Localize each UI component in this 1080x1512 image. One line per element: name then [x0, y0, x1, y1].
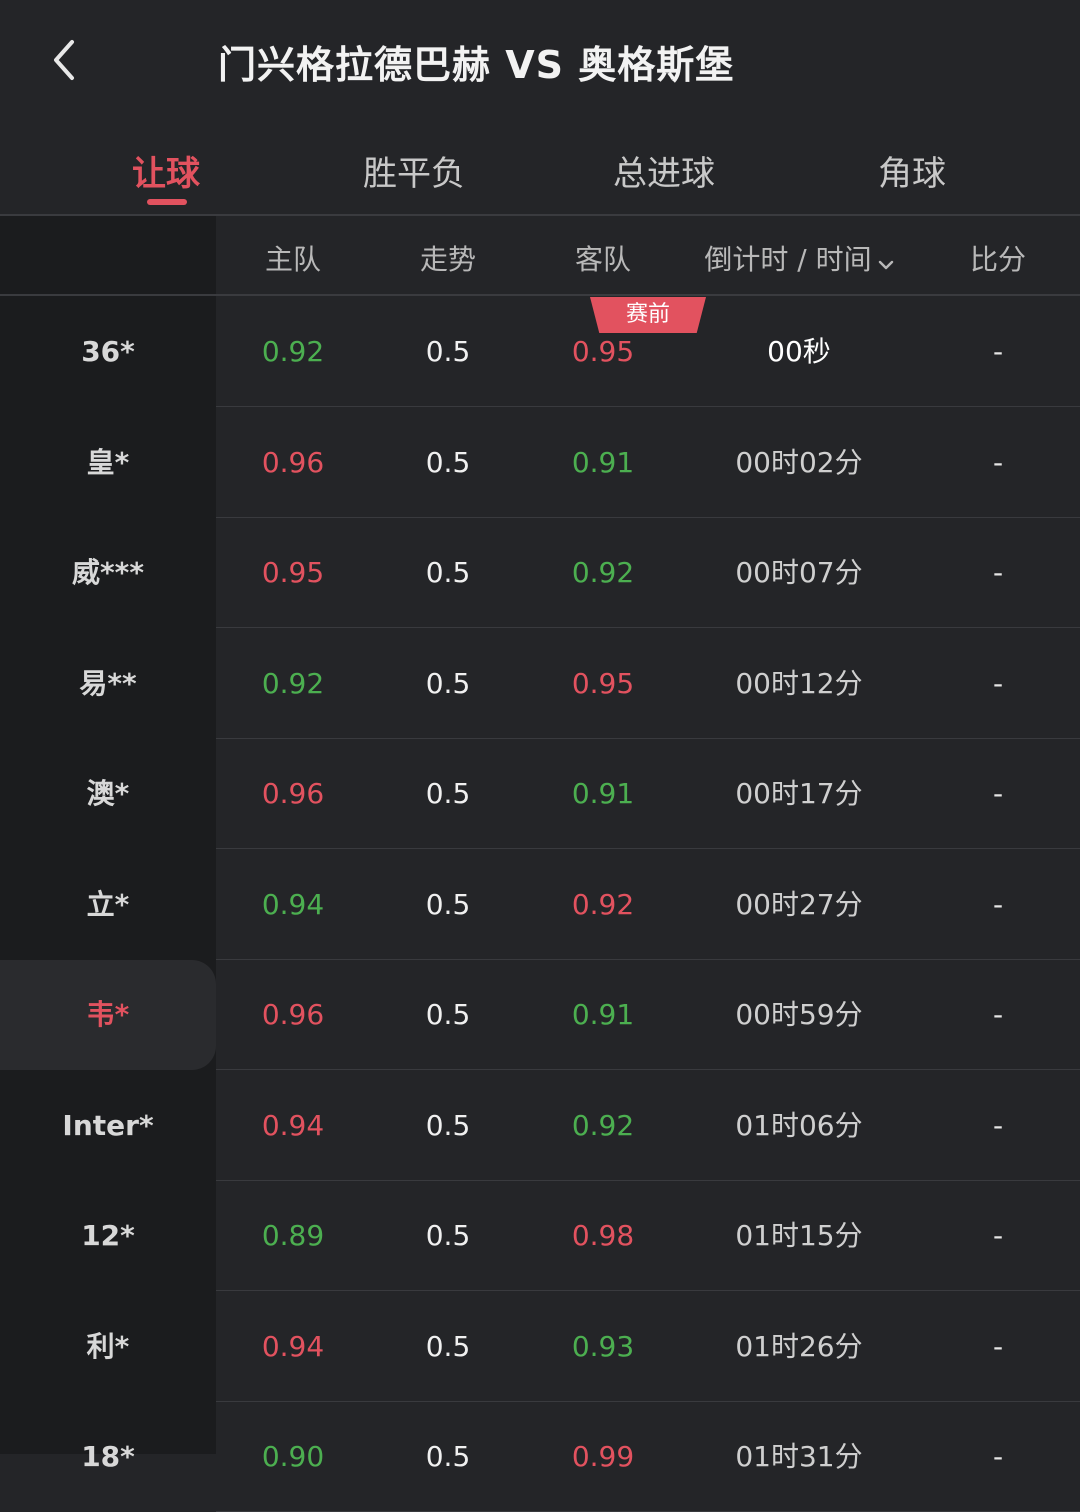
- tab-total-goals[interactable]: 总进球: [564, 146, 764, 195]
- countdown-time: 00秒: [767, 335, 831, 368]
- bookmaker-name: 易**: [79, 666, 137, 700]
- handicap-line: 0.5: [425, 777, 471, 810]
- table-row[interactable]: 18* 0.90 0.5 0.99 01时31分 -: [0, 1402, 1080, 1512]
- handicap-line: 0.5: [425, 1440, 471, 1473]
- tab-active-indicator: [147, 199, 187, 205]
- table-row[interactable]: 韦* 0.96 0.5 0.91 00时59分 -: [0, 960, 1080, 1070]
- countdown-time: 01时15分: [735, 1219, 863, 1252]
- home-odds: 0.96: [261, 998, 325, 1031]
- away-odds: 0.92: [571, 1108, 635, 1142]
- score-value: -: [992, 335, 1004, 368]
- col-trend-label: 走势: [419, 243, 476, 276]
- col-time-label: 倒计时 / 时间: [704, 243, 872, 276]
- score-value: -: [992, 445, 1004, 479]
- table-row[interactable]: 12* 0.89 0.5 0.98 01时15分 -: [0, 1181, 1080, 1291]
- away-odds: 0.91: [571, 777, 635, 810]
- bookmaker-name: 36*: [81, 335, 135, 368]
- score-value: -: [992, 556, 1004, 589]
- handicap-line: 0.5: [425, 1108, 471, 1142]
- handicap-line: 0.5: [425, 335, 471, 368]
- away-odds: 0.95: [571, 666, 635, 700]
- bookmaker-name: 澳*: [86, 777, 130, 810]
- table-row[interactable]: 澳* 0.96 0.5 0.91 00时17分 -: [0, 739, 1080, 849]
- home-odds: 0.90: [261, 1440, 325, 1473]
- table-row[interactable]: 36* 0.92 0.5 0.95 00秒 -: [0, 297, 1080, 407]
- table-row[interactable]: 皇* 0.96 0.5 0.91 00时02分 -: [0, 408, 1080, 518]
- bookmaker-name: Inter*: [62, 1108, 154, 1142]
- handicap-line: 0.5: [425, 887, 471, 921]
- countdown-time: 00时07分: [735, 556, 863, 589]
- col-away-label: 客队: [574, 243, 631, 276]
- handicap-line: 0.5: [425, 445, 471, 479]
- countdown-time: 00时59分: [735, 998, 863, 1031]
- page-title: 门兴格拉德巴赫 VS 奥格斯堡: [218, 43, 735, 87]
- col-home-label: 主队: [264, 243, 321, 276]
- bookmaker-name: 18*: [81, 1440, 135, 1473]
- home-odds: 0.96: [261, 445, 325, 479]
- home-odds: 0.96: [261, 777, 325, 810]
- table-row[interactable]: Inter* 0.94 0.5 0.92 01时06分 -: [0, 1071, 1080, 1181]
- column-header: 主队 走势 客队 倒计时 / 时间 比分: [216, 216, 1080, 294]
- score-value: -: [992, 998, 1004, 1031]
- table-row[interactable]: 易** 0.92 0.5 0.95 00时12分 -: [0, 629, 1080, 739]
- away-odds: 0.93: [571, 1329, 635, 1363]
- home-odds: 0.89: [261, 1219, 325, 1252]
- home-odds: 0.95: [261, 556, 325, 589]
- tab-corners[interactable]: 角球: [812, 146, 1012, 195]
- tab-win-draw-lose[interactable]: 胜平负: [314, 146, 514, 195]
- table-row[interactable]: 威*** 0.95 0.5 0.92 00时07分 -: [0, 518, 1080, 628]
- score-value: -: [992, 1219, 1004, 1252]
- away-odds: 0.98: [571, 1219, 635, 1252]
- countdown-time: 01时26分: [735, 1329, 863, 1363]
- away-odds: 0.91: [571, 998, 635, 1031]
- score-value: -: [992, 666, 1004, 700]
- countdown-time: 01时06分: [735, 1108, 863, 1142]
- col-score-label: 比分: [969, 243, 1026, 276]
- handicap-line: 0.5: [425, 1329, 471, 1363]
- countdown-time: 00时17分: [735, 777, 863, 810]
- bookmaker-name: 12*: [81, 1219, 135, 1252]
- bookmaker-name: 皇*: [86, 445, 130, 479]
- bookmaker-name: 立*: [86, 887, 130, 921]
- score-value: -: [992, 1440, 1004, 1473]
- score-value: -: [992, 1108, 1004, 1142]
- countdown-time: 01时31分: [735, 1440, 863, 1473]
- table-row[interactable]: 利* 0.94 0.5 0.93 01时26分 -: [0, 1292, 1080, 1402]
- away-odds: 0.92: [571, 887, 635, 921]
- countdown-time: 00时02分: [735, 445, 863, 479]
- handicap-line: 0.5: [425, 1219, 471, 1252]
- countdown-time: 00时27分: [735, 887, 863, 921]
- handicap-line: 0.5: [425, 998, 471, 1031]
- home-odds: 0.94: [261, 1108, 325, 1142]
- bookmaker-name: 利*: [86, 1329, 130, 1363]
- home-odds: 0.92: [261, 335, 325, 368]
- score-value: -: [992, 777, 1004, 810]
- pre-match-badge: 赛前: [590, 297, 706, 333]
- back-chevron-icon[interactable]: [44, 36, 88, 84]
- score-value: -: [992, 887, 1004, 921]
- tab-bar: 让球 胜平负 总进球 角球: [0, 128, 1080, 214]
- score-value: -: [992, 1329, 1004, 1363]
- home-odds: 0.94: [261, 887, 325, 921]
- away-odds: 0.99: [571, 1440, 635, 1473]
- chevron-down-icon: [878, 245, 894, 278]
- home-odds: 0.94: [261, 1329, 325, 1363]
- handicap-line: 0.5: [425, 666, 471, 700]
- away-odds: 0.91: [571, 445, 635, 479]
- home-odds: 0.92: [261, 666, 325, 700]
- table-row[interactable]: 立* 0.94 0.5 0.92 00时27分 -: [0, 850, 1080, 960]
- divider: [0, 294, 1080, 296]
- bookmaker-name: 韦*: [86, 998, 130, 1031]
- tab-handicap[interactable]: 让球: [66, 146, 266, 195]
- away-odds: 0.92: [571, 556, 635, 589]
- countdown-time: 00时12分: [735, 666, 863, 700]
- bookmaker-name: 威***: [72, 556, 144, 589]
- handicap-line: 0.5: [425, 556, 471, 589]
- header: 门兴格拉德巴赫 VS 奥格斯堡: [0, 0, 1080, 120]
- col-time-sort[interactable]: 倒计时 / 时间: [680, 238, 918, 278]
